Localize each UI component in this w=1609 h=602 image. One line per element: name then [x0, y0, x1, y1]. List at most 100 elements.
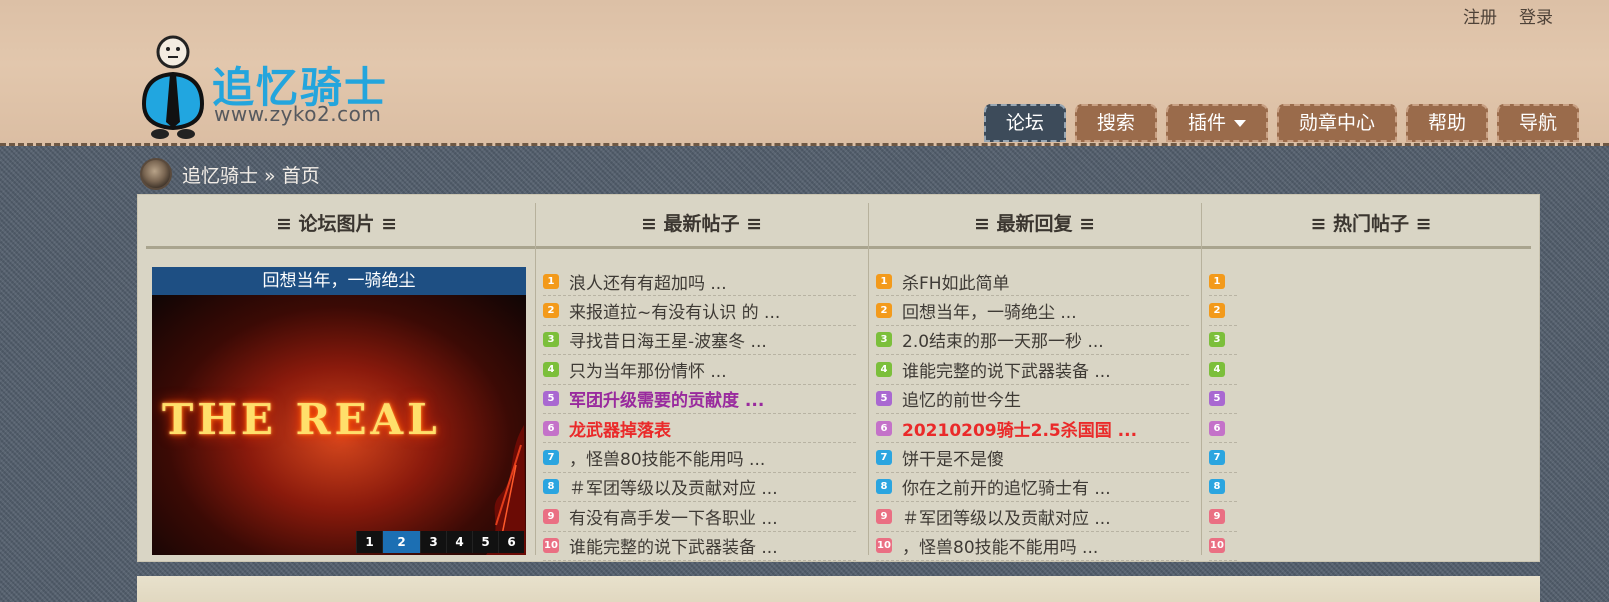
rank-badge-icon: 8 — [1209, 479, 1225, 495]
post-title-link[interactable]: 只为当年那份情怀 ... — [569, 357, 727, 382]
list-item: 2 — [1209, 296, 1237, 326]
slide-page-2[interactable]: 2 — [382, 531, 420, 553]
post-title-link[interactable]: 龙武器掉落表 — [569, 416, 671, 441]
nav-tab-label: 帮助 — [1427, 112, 1466, 134]
slide-page-3[interactable]: 3 — [420, 531, 446, 553]
new-posts-list: 1 浪人还有有超加吗 ... 2 来报道拉~有没有认识 的 ... 3 寻找昔日海王星-波… — [543, 267, 856, 561]
post-title-link[interactable]: ＃军团等级以及贡献对应 ... — [902, 504, 1111, 529]
list-item[interactable]: 10 谁能完整的说下武器装备 ... — [543, 532, 856, 561]
logo-url: www.zyko2.com — [214, 102, 382, 126]
rank-badge-icon: 4 — [876, 361, 892, 377]
list-item[interactable]: 9 ＃军团等级以及贡献对应 ... — [876, 502, 1189, 532]
col-hot-posts: ≡ 热门帖子 ≡ 1 2 3 4 5 6 7 8 9 10 — [1201, 203, 1541, 561]
post-title-link[interactable]: 有没有高手发一下各职业 ... — [569, 504, 778, 529]
list-item[interactable]: 3 寻找昔日海王星-波塞冬 ... — [543, 326, 856, 356]
col-forum-pics: ≡ 论坛图片 ≡ 回想当年，一骑绝尘 THE REAL 1 2 3 4 5 6 — [138, 203, 535, 555]
slideshow[interactable]: 回想当年，一骑绝尘 THE REAL 1 2 3 4 5 6 — [152, 267, 526, 555]
list-item: 10 — [1209, 532, 1237, 561]
slide-pager: 1 2 3 4 5 6 — [356, 531, 524, 553]
top-links: 注册 登录 — [1463, 3, 1553, 28]
post-title-link[interactable]: 寻找昔日海王星-波塞冬 ... — [569, 327, 767, 352]
slide-page-5[interactable]: 5 — [472, 531, 498, 553]
nav-tab-label: 插件 — [1187, 112, 1226, 134]
col-title: ≡ 最新回复 ≡ — [973, 213, 1096, 235]
rank-badge-icon: 2 — [1209, 303, 1225, 319]
list-item[interactable]: 3 2.0结束的那一天那一秒 ... — [876, 326, 1189, 356]
slide-page-6[interactable]: 6 — [498, 531, 524, 553]
rank-badge-icon: 9 — [1209, 508, 1225, 524]
rank-badge-icon: 6 — [1209, 420, 1225, 436]
post-title-link[interactable]: 杀FH如此简单 — [902, 269, 1010, 294]
login-link[interactable]: 登录 — [1519, 3, 1553, 28]
list-item[interactable]: 1 杀FH如此简单 — [876, 267, 1189, 297]
list-item: 9 — [1209, 502, 1237, 532]
nav-tab-forum[interactable]: 论坛 — [983, 104, 1066, 142]
rank-badge-icon: 5 — [543, 391, 559, 407]
content-area: 追忆骑士 » 首页 ≡ 论坛图片 ≡ 回想当年，一骑绝尘 THE REAL 1 — [0, 146, 1609, 602]
main-nav: 论坛 搜索 插件 勋章中心 帮助 导航 — [983, 104, 1579, 142]
home-badge-icon[interactable] — [140, 158, 172, 190]
list-item[interactable]: 7 饼干是不是傻 — [876, 443, 1189, 473]
register-link[interactable]: 注册 — [1463, 3, 1497, 28]
rank-badge-icon: 5 — [876, 391, 892, 407]
post-title-link[interactable]: ，怪兽80技能不能用吗 ... — [902, 533, 1098, 558]
post-title-link[interactable]: 回想当年，一骑绝尘 ... — [902, 298, 1077, 323]
rank-badge-icon: 4 — [1209, 361, 1225, 377]
list-item[interactable]: 8 ＃军团等级以及贡献对应 ... — [543, 473, 856, 503]
slide-page-4[interactable]: 4 — [446, 531, 472, 553]
post-title-link[interactable]: 浪人还有有超加吗 ... — [569, 269, 727, 294]
post-title-link[interactable]: 饼干是不是傻 — [902, 445, 1004, 470]
site-logo[interactable]: 追忆骑士 www.zyko2.com — [140, 34, 410, 144]
rank-badge-icon: 9 — [876, 508, 892, 524]
rank-badge-icon: 10 — [876, 538, 892, 554]
list-item[interactable]: 4 只为当年那份情怀 ... — [543, 355, 856, 385]
post-title-link[interactable]: 军团升级需要的贡献度 ... — [569, 386, 764, 411]
list-item[interactable]: 6 龙武器掉落表 — [543, 414, 856, 444]
list-item[interactable]: 1 浪人还有有超加吗 ... — [543, 267, 856, 297]
nav-tab-plugins[interactable]: 插件 — [1165, 104, 1268, 142]
post-title-link[interactable]: ＃军团等级以及贡献对应 ... — [569, 474, 778, 499]
post-title-link[interactable]: 追忆的前世今生 — [902, 386, 1021, 411]
post-title-link[interactable]: 来报道拉~有没有认识 的 ... — [569, 298, 780, 323]
list-item[interactable]: 5 追忆的前世今生 — [876, 385, 1189, 414]
nav-tab-medals[interactable]: 勋章中心 — [1276, 104, 1397, 142]
next-section — [137, 576, 1540, 602]
list-item[interactable]: 4 谁能完整的说下武器装备 ... — [876, 355, 1189, 385]
nav-tab-help[interactable]: 帮助 — [1405, 104, 1488, 142]
post-title-link[interactable]: 谁能完整的说下武器装备 ... — [902, 357, 1111, 382]
post-title-link[interactable]: 你在之前开的追忆骑士有 ... — [902, 474, 1111, 499]
list-item: 3 — [1209, 326, 1237, 356]
list-item: 8 — [1209, 473, 1237, 503]
slide-page-1[interactable]: 1 — [356, 531, 382, 553]
rank-badge-icon: 10 — [543, 538, 559, 554]
list-item[interactable]: 2 来报道拉~有没有认识 的 ... — [543, 296, 856, 326]
list-item[interactable]: 7 ，怪兽80技能不能用吗 ... — [543, 443, 856, 473]
post-title-link[interactable]: ，怪兽80技能不能用吗 ... — [569, 445, 765, 470]
rank-badge-icon: 5 — [1209, 391, 1225, 407]
list-item: 1 — [1209, 267, 1237, 297]
post-title-link[interactable]: 20210209骑士2.5杀国国 ... — [902, 416, 1137, 441]
list-item[interactable]: 9 有没有高手发一下各职业 ... — [543, 502, 856, 532]
list-item[interactable]: 6 20210209骑士2.5杀国国 ... — [876, 414, 1189, 444]
nav-tab-search[interactable]: 搜索 — [1074, 104, 1157, 142]
list-item: 7 — [1209, 443, 1237, 473]
col-new-replies: ≡ 最新回复 ≡ 1 杀FH如此简单 2 回想当年，一骑绝尘 ... 3 2.0结束的那一… — [868, 203, 1201, 561]
breadcrumb-text[interactable]: 追忆骑士 » 首页 — [182, 161, 320, 188]
post-title-link[interactable]: 谁能完整的说下武器装备 ... — [569, 533, 778, 558]
slide-image[interactable]: THE REAL — [152, 295, 526, 555]
portal-panel: ≡ 论坛图片 ≡ 回想当年，一骑绝尘 THE REAL 1 2 3 4 5 6 … — [137, 194, 1540, 562]
rank-badge-icon: 2 — [543, 303, 559, 319]
nav-tab-navigation[interactable]: 导航 — [1496, 104, 1579, 142]
list-item[interactable]: 8 你在之前开的追忆骑士有 ... — [876, 473, 1189, 503]
nav-tab-label: 导航 — [1518, 112, 1557, 134]
caret-down-icon — [1233, 119, 1246, 127]
rank-badge-icon: 4 — [543, 361, 559, 377]
rank-badge-icon: 3 — [543, 332, 559, 348]
list-item: 6 — [1209, 414, 1237, 444]
slide-caption[interactable]: 回想当年，一骑绝尘 — [152, 267, 526, 295]
post-title-link[interactable]: 2.0结束的那一天那一秒 ... — [902, 327, 1104, 352]
rank-badge-icon: 1 — [1209, 273, 1225, 289]
list-item[interactable]: 5 军团升级需要的贡献度 ... — [543, 385, 856, 414]
list-item[interactable]: 10 ，怪兽80技能不能用吗 ... — [876, 532, 1189, 561]
list-item[interactable]: 2 回想当年，一骑绝尘 ... — [876, 296, 1189, 326]
